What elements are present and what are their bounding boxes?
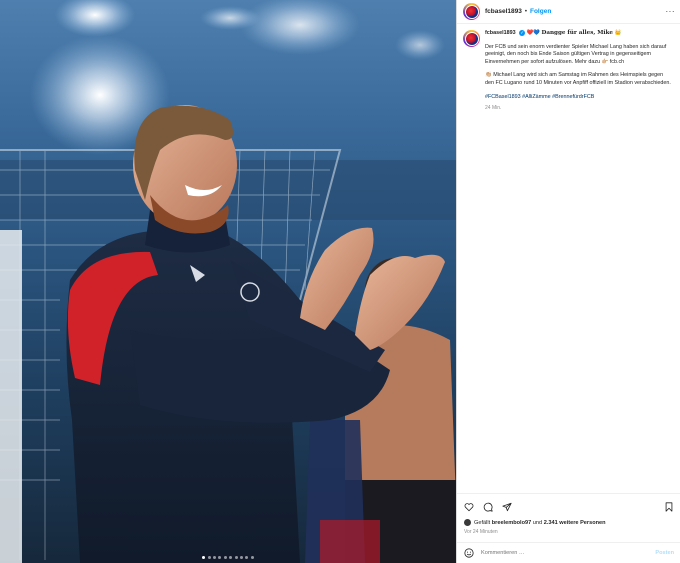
post-header: fcbasel1893 • Folgen ··· <box>457 0 680 24</box>
caption-headline: Dangge für alles, Mike <box>541 30 613 36</box>
separator: • <box>524 8 527 15</box>
caption-username[interactable]: fcbasel1893 <box>485 30 516 36</box>
caption-paragraph-1: Der FCB und sein enorm verdienter Spiele… <box>485 43 667 65</box>
carousel-indicator <box>0 556 456 559</box>
caption-paragraph-2: 👏🏼 Michael Lang wird sich am Samstag im … <box>485 72 671 86</box>
carousel-dot[interactable] <box>250 556 254 559</box>
hashtags[interactable]: #FCBasel1893 #AlliZämme #BrennefürdrFCB <box>485 94 673 102</box>
photo-illustration <box>0 0 456 563</box>
carousel-dot[interactable] <box>202 556 206 559</box>
caption-time: 24 Min. <box>485 105 502 112</box>
emoji-icon[interactable] <box>464 548 474 558</box>
avatar[interactable] <box>463 3 480 20</box>
post-image[interactable] <box>0 0 456 563</box>
liker-username[interactable]: breelembolo97 <box>492 520 531 526</box>
crown-emoji: 👑 <box>614 30 622 36</box>
carousel-dot[interactable] <box>239 556 243 559</box>
carousel-dot[interactable] <box>218 556 222 559</box>
carousel-dot[interactable] <box>223 556 227 559</box>
post-comment-button[interactable]: Posten <box>655 550 674 556</box>
verified-badge-icon: ✓ <box>519 30 526 36</box>
carousel-dot[interactable] <box>213 556 217 559</box>
heart-icon[interactable] <box>464 502 474 512</box>
carousel-dot[interactable] <box>207 556 211 559</box>
share-icon[interactable] <box>502 502 512 512</box>
likes-prefix: Gefällt <box>474 519 491 526</box>
carousel-dot[interactable] <box>245 556 249 559</box>
post-timestamp[interactable]: Vor 24 Minuten <box>464 529 498 535</box>
liker-avatar[interactable] <box>464 519 471 526</box>
likes-others[interactable]: 2.341 weitere Personen <box>544 520 606 526</box>
club-logo-icon <box>465 5 478 18</box>
heart-emojis: ❤️💙 <box>526 30 541 36</box>
post-caption: fcbasel1893 ✓ ❤️💙 Dangge für alles, Mike… <box>463 30 677 113</box>
comment-input[interactable] <box>481 550 656 556</box>
follow-button[interactable]: Folgen <box>530 8 551 15</box>
carousel-dot[interactable] <box>234 556 238 559</box>
likes-summary: Gefällt breelembolo97 und 2.341 weitere … <box>464 519 606 526</box>
more-options-icon[interactable]: ··· <box>666 7 676 16</box>
caption-avatar[interactable] <box>463 30 480 47</box>
likes-connector: und <box>532 519 543 526</box>
carousel-dot[interactable] <box>229 556 233 559</box>
club-logo-icon <box>465 32 478 45</box>
post-sidebar: fcbasel1893 • Folgen ··· fcbasel1893 ✓ ❤… <box>456 0 680 563</box>
header-username[interactable]: fcbasel1893 <box>485 8 522 15</box>
bookmark-icon[interactable] <box>664 502 674 512</box>
comment-icon[interactable] <box>483 502 493 512</box>
comment-bar: Posten <box>457 542 680 563</box>
